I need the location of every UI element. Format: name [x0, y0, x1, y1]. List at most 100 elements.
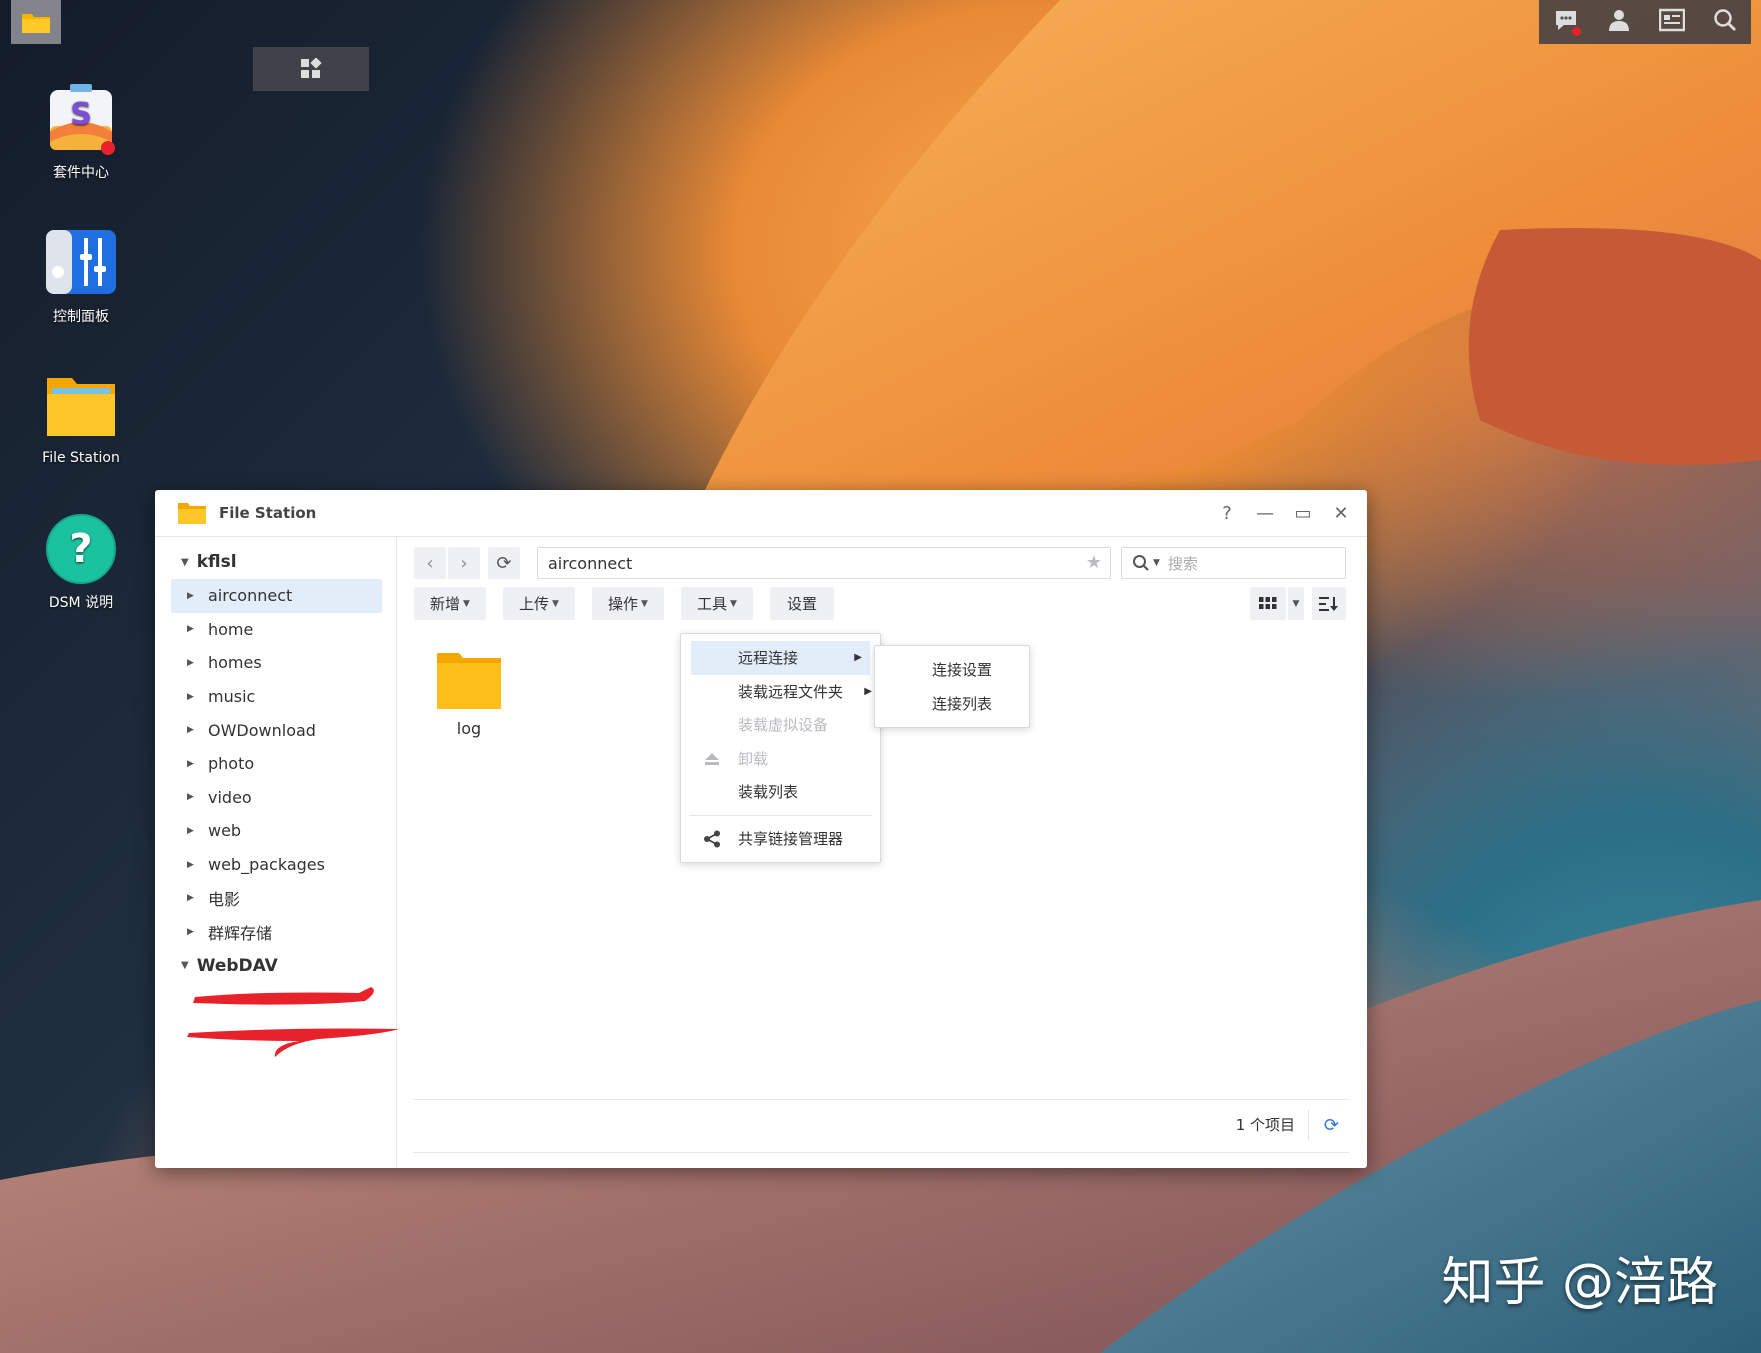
- share-icon: [703, 830, 721, 848]
- caret-down-icon[interactable]: ▼: [181, 557, 189, 568]
- caret-right-icon[interactable]: ▶: [187, 893, 197, 903]
- menu-item-mount-virtual-drive[interactable]: 装载虚拟设备: [681, 708, 880, 742]
- menu-item-shared-link-manager[interactable]: 共享链接管理器: [681, 822, 880, 856]
- path-bar[interactable]: airconnect ★: [537, 547, 1111, 579]
- taskbar-file-station-button[interactable]: [11, 0, 61, 44]
- tree-item-homes[interactable]: ▶ homes: [171, 646, 382, 680]
- desktop-icon-dsm-help[interactable]: ? DSM 说明: [11, 512, 151, 612]
- search-input[interactable]: ▼ 搜索: [1121, 547, 1346, 579]
- tree-item-photo[interactable]: ▶ photo: [171, 747, 382, 781]
- caret-right-icon[interactable]: ▶: [187, 658, 197, 668]
- notifications-icon[interactable]: [1553, 8, 1581, 36]
- desktop-icon-file-station[interactable]: File Station: [11, 370, 151, 466]
- file-browser: ‹ › ⟳ airconnect ★ ▼ 搜索 新增 ▼ 上传 ▼ 操作 ▼ 工具 ▼: [397, 537, 1367, 1168]
- menu-item-connection-list[interactable]: 连接列表: [875, 687, 1029, 721]
- caret-down-icon: ▼: [552, 598, 559, 609]
- refresh-icon: ⟳: [496, 552, 512, 574]
- menu-item-connection-settings[interactable]: 连接设置: [875, 653, 1029, 687]
- caret-right-icon[interactable]: ▶: [187, 860, 197, 870]
- desktop-icon-package-center[interactable]: S 套件中心: [11, 82, 151, 182]
- grid-view-icon: [1259, 596, 1277, 609]
- refresh-icon: ⟳: [1323, 1114, 1339, 1136]
- window-titlebar[interactable]: File Station ? — ▭ ✕: [155, 490, 1367, 537]
- upload-button[interactable]: 上传 ▼: [503, 587, 575, 620]
- action-button[interactable]: 操作 ▼: [592, 587, 664, 620]
- taskbar: [11, 0, 369, 91]
- tree-item-web[interactable]: ▶ web: [171, 814, 382, 848]
- tree-item-web-packages[interactable]: ▶ web_packages: [171, 848, 382, 882]
- search-placeholder: 搜索: [1167, 554, 1198, 573]
- caret-down-icon[interactable]: ▼: [181, 960, 189, 971]
- folder-icon: [22, 14, 50, 33]
- widgets-icon[interactable]: [1658, 8, 1686, 36]
- favorite-star-icon[interactable]: ★: [1086, 552, 1102, 573]
- view-mode-dropdown[interactable]: ▼: [1288, 587, 1304, 620]
- desktop-icon-control-panel[interactable]: 控制面板: [11, 226, 151, 326]
- menu-item-mount-remote-folder[interactable]: 装载远程文件夹 ▶: [681, 675, 880, 709]
- desktop-icon-label: File Station: [42, 450, 120, 466]
- settings-button[interactable]: 设置: [770, 587, 834, 620]
- current-path: airconnect: [548, 553, 633, 573]
- package-center-icon: S: [50, 84, 115, 155]
- caret-right-icon[interactable]: ▶: [187, 826, 197, 836]
- caret-right-icon: ▶: [854, 652, 862, 664]
- tools-menu: 远程连接 ▶ 装载远程文件夹 ▶ 装载虚拟设备 卸载 装载列表 共享链接管理器: [680, 633, 881, 863]
- status-bar: 1 个项目 ⟳: [413, 1099, 1349, 1153]
- desktop-icon-label: 套件中心: [53, 165, 109, 181]
- remote-connection-submenu: 连接设置 连接列表: [874, 645, 1030, 728]
- caret-right-icon: ▶: [864, 685, 872, 697]
- tree-item-video[interactable]: ▶ video: [171, 781, 382, 815]
- help-icon: ?: [46, 514, 116, 584]
- window-title: File Station: [219, 504, 317, 522]
- caret-right-icon[interactable]: ▶: [187, 591, 197, 601]
- back-button[interactable]: ‹: [414, 547, 446, 579]
- sort-button[interactable]: [1312, 587, 1346, 620]
- svg-text:?: ?: [69, 526, 92, 572]
- tree-item-airconnect[interactable]: ▶ airconnect: [171, 579, 382, 613]
- caret-down-icon: ▼: [1292, 598, 1300, 609]
- tree-root-kflsl[interactable]: ▼ kflsl: [155, 545, 396, 579]
- menu-separator: [689, 814, 872, 816]
- folder-icon: [437, 653, 501, 709]
- file-item[interactable]: log: [429, 649, 509, 738]
- tree-item-synology-storage[interactable]: ▶ 群辉存储: [171, 915, 382, 949]
- refresh-button[interactable]: ⟳: [488, 547, 520, 579]
- main-menu-button[interactable]: [253, 47, 369, 91]
- tools-button[interactable]: 工具 ▼: [681, 587, 753, 620]
- search-icon[interactable]: [1713, 8, 1737, 36]
- chevron-left-icon: ‹: [426, 552, 434, 574]
- caret-down-icon: ▼: [730, 598, 737, 609]
- menu-item-remote-connection[interactable]: 远程连接 ▶: [691, 641, 870, 675]
- caret-right-icon[interactable]: ▶: [187, 624, 197, 634]
- user-icon[interactable]: [1607, 8, 1631, 36]
- search-icon: [1133, 555, 1149, 571]
- view-mode-button[interactable]: [1250, 587, 1286, 620]
- caret-right-icon[interactable]: ▶: [187, 792, 197, 802]
- grid-icon: [301, 58, 322, 78]
- new-button[interactable]: 新增 ▼: [414, 587, 486, 620]
- tree-item-owdownload[interactable]: ▶ OWDownload: [171, 713, 382, 747]
- minimize-button[interactable]: —: [1249, 498, 1281, 528]
- menu-item-mount-list[interactable]: 装载列表: [681, 775, 880, 809]
- forward-button[interactable]: ›: [448, 547, 480, 579]
- watermark: 知乎 @涪路: [1441, 1253, 1718, 1313]
- caret-right-icon[interactable]: ▶: [187, 759, 197, 769]
- caret-down-icon: ▼: [463, 598, 470, 609]
- caret-right-icon[interactable]: ▶: [187, 692, 197, 702]
- maximize-button[interactable]: ▭: [1287, 498, 1319, 528]
- tree-root-webdav[interactable]: ▼ WebDAV: [155, 949, 396, 983]
- menu-item-unmount[interactable]: 卸载: [681, 742, 880, 776]
- caret-right-icon[interactable]: ▶: [187, 927, 197, 937]
- svg-text:S: S: [70, 97, 92, 132]
- taskbar-tray: [1539, 0, 1751, 44]
- tree-item-music[interactable]: ▶ music: [171, 680, 382, 714]
- desktop-icon-label: DSM 说明: [48, 595, 114, 611]
- caret-right-icon[interactable]: ▶: [187, 725, 197, 735]
- search-options-caret-icon[interactable]: ▼: [1153, 558, 1160, 568]
- file-name: log: [456, 719, 482, 738]
- tree-item-movies[interactable]: ▶ 电影: [171, 881, 382, 915]
- tree-item-home[interactable]: ▶ home: [171, 613, 382, 647]
- help-button[interactable]: ?: [1211, 498, 1243, 528]
- close-button[interactable]: ✕: [1325, 498, 1357, 528]
- status-refresh-button[interactable]: ⟳: [1308, 1110, 1339, 1140]
